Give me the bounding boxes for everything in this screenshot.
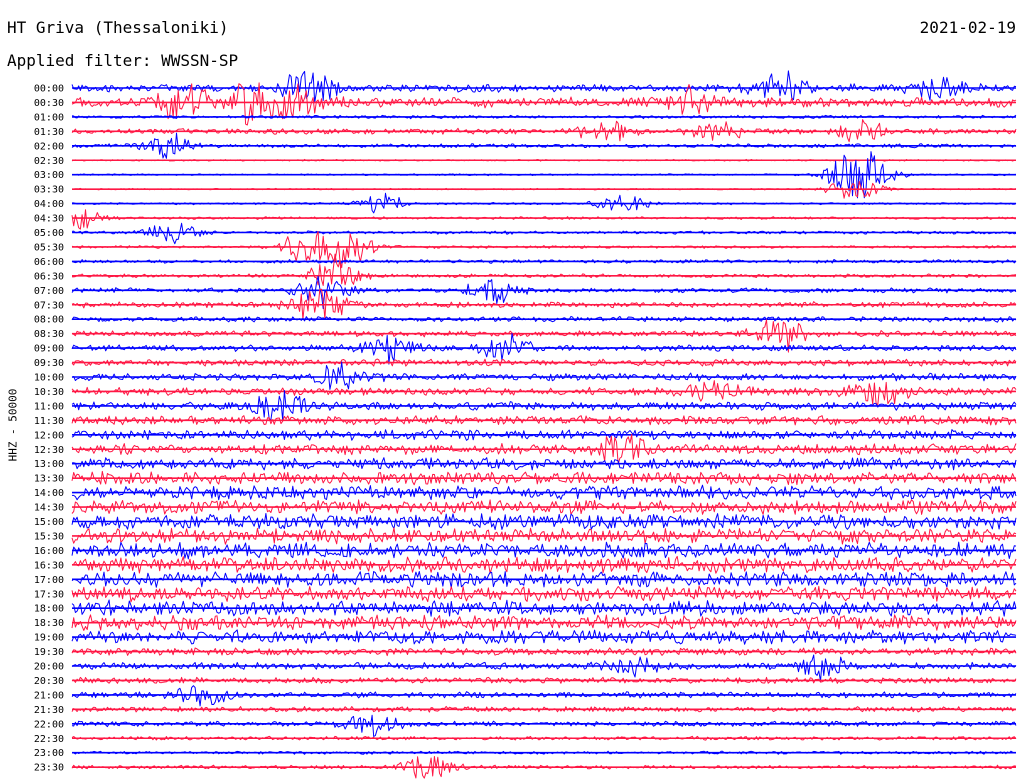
- seismogram-trace: [71, 222, 1017, 245]
- time-label: 11:30: [34, 416, 64, 427]
- time-label: 19:00: [34, 633, 64, 644]
- time-label: 00:00: [34, 84, 64, 95]
- time-label: 05:30: [34, 242, 64, 253]
- seismogram-trace: [71, 319, 1017, 353]
- time-label: 10:30: [34, 387, 64, 398]
- time-label: 11:00: [34, 401, 64, 412]
- time-label: 23:30: [34, 763, 64, 774]
- time-label: 14:00: [34, 488, 64, 499]
- time-label: 02:00: [34, 141, 64, 152]
- time-label: 10:00: [34, 373, 64, 384]
- seismogram-trace: [71, 70, 1017, 104]
- time-label: 18:00: [34, 604, 64, 615]
- time-label: 14:30: [34, 503, 64, 514]
- time-label: 09:30: [34, 358, 64, 369]
- time-label: 03:00: [34, 170, 64, 181]
- time-label: 03:30: [34, 185, 64, 196]
- seismogram-trace: [71, 714, 1017, 737]
- time-label: 16:30: [34, 560, 64, 571]
- time-label: 04:30: [34, 214, 64, 225]
- seismogram-traces: [71, 70, 1017, 779]
- time-label: 21:00: [34, 690, 64, 701]
- time-label: 13:30: [34, 474, 64, 485]
- time-label: 01:30: [34, 127, 64, 138]
- time-label: 20:30: [34, 676, 64, 687]
- seismogram-trace: [71, 654, 1017, 682]
- seismogram-trace: [71, 380, 1017, 406]
- time-label: 19:30: [34, 647, 64, 658]
- time-label: 02:30: [34, 156, 64, 167]
- time-label: 12:00: [34, 430, 64, 441]
- time-labels: 00:00 00:30 01:00 01:30 02:00 02:30 03:00 03:30…: [34, 84, 64, 774]
- time-label: 17:00: [34, 575, 64, 586]
- time-label: 18:30: [34, 618, 64, 629]
- time-label: 06:00: [34, 257, 64, 268]
- time-label: 22:30: [34, 734, 64, 745]
- time-label: 08:00: [34, 315, 64, 326]
- time-label: 17:30: [34, 589, 64, 600]
- time-label: 20:00: [34, 662, 64, 673]
- time-label: 04:00: [34, 199, 64, 210]
- time-label: 15:00: [34, 517, 64, 528]
- time-label: 23:00: [34, 748, 64, 759]
- time-label: 07:30: [34, 300, 64, 311]
- time-label: 21:30: [34, 705, 64, 716]
- seismogram-trace: [71, 685, 1017, 707]
- time-label: 00:30: [34, 98, 64, 109]
- time-label: 08:30: [34, 329, 64, 340]
- time-label: 16:00: [34, 546, 64, 557]
- time-label: 15:30: [34, 531, 64, 542]
- time-label: 13:00: [34, 459, 64, 470]
- time-label: 01:00: [34, 112, 64, 123]
- time-label: 07:00: [34, 286, 64, 297]
- time-label: 22:00: [34, 719, 64, 730]
- seismogram-trace: [72, 253, 1017, 286]
- time-label: 06:30: [34, 271, 64, 282]
- seismogram-trace: [71, 209, 1017, 230]
- time-label: 05:00: [34, 228, 64, 239]
- time-label: 09:00: [34, 344, 64, 355]
- seismogram-plot: 00:00 00:30 01:00 01:30 02:00 02:30 03:00 03:30…: [34, 70, 1017, 779]
- time-label: 12:30: [34, 445, 64, 456]
